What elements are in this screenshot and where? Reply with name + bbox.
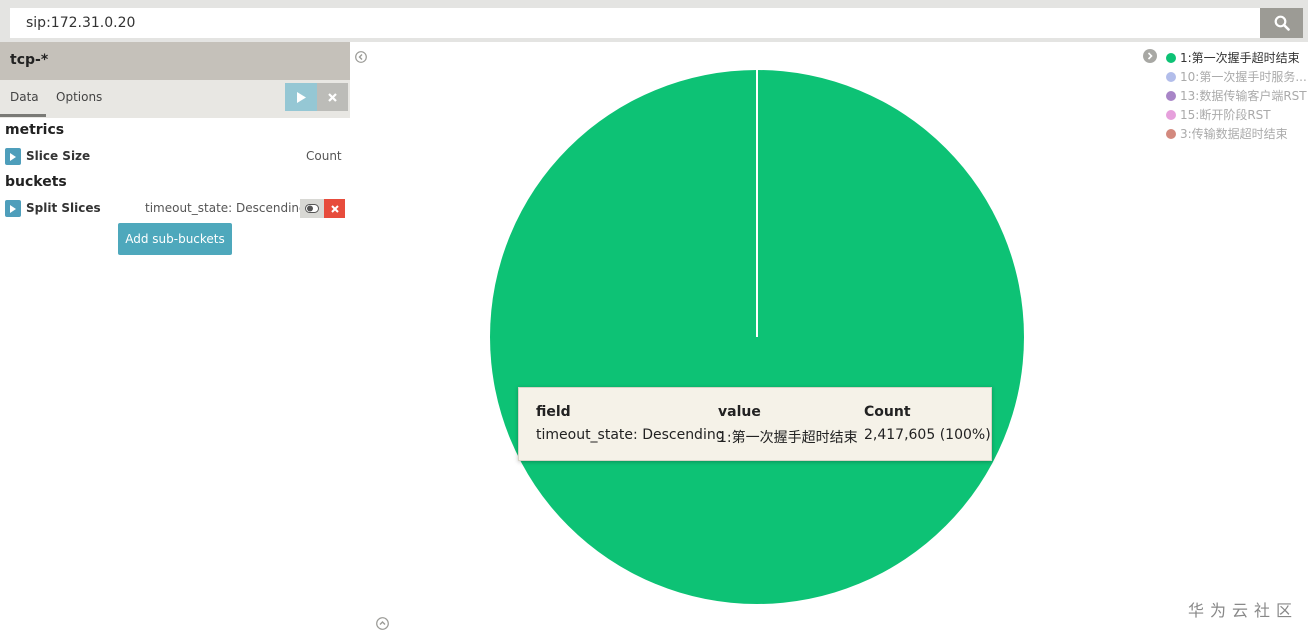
tooltip-header-count: Count: [864, 404, 911, 420]
legend-item[interactable]: 10:第一次握手时服务...: [1166, 67, 1308, 86]
tab-options[interactable]: Options: [56, 90, 102, 104]
bucket-agg-label[interactable]: Split Slices: [26, 201, 101, 215]
metric-expand-toggle[interactable]: [5, 148, 21, 165]
legend-item[interactable]: 3:传输数据超时结束: [1166, 124, 1308, 143]
tooltip-value: 1:第一次握手超时结束: [718, 430, 858, 446]
discard-changes-button[interactable]: [317, 83, 348, 111]
search-bar: [0, 0, 1308, 42]
legend-dot: [1166, 128, 1176, 139]
pie-chart: [490, 70, 1024, 604]
bucket-agg-summary: timeout_state: Descending: [145, 201, 307, 215]
close-icon: [330, 204, 339, 213]
tooltip-header-field: field: [536, 404, 571, 420]
legend-label: 1:第一次握手超时结束: [1180, 51, 1300, 65]
tooltip-count: 2,417,605 (100%): [864, 427, 991, 443]
add-sub-buckets-button[interactable]: Add sub-buckets: [118, 223, 232, 255]
legend-item[interactable]: 15:断开阶段RST: [1166, 105, 1308, 124]
watermark: 华为云社区: [1188, 601, 1299, 620]
search-input[interactable]: [10, 8, 1260, 38]
legend-label: 13:数据传输客户端RST: [1180, 89, 1307, 103]
tooltip-header-value: value: [718, 404, 761, 420]
apply-changes-button[interactable]: [285, 83, 317, 111]
active-tab-indicator: [0, 114, 46, 117]
legend-dot: [1166, 109, 1176, 120]
legend-dot: [1166, 71, 1176, 82]
legend-label: 15:断开阶段RST: [1180, 108, 1271, 122]
legend-item[interactable]: 1:第一次握手超时结束: [1166, 48, 1308, 67]
caret-right-icon: [10, 204, 16, 213]
tooltip-field: timeout_state: Descending: [536, 427, 725, 443]
search-button[interactable]: [1260, 8, 1303, 38]
bucket-remove-button[interactable]: [324, 199, 345, 218]
expand-spy-panel-icon[interactable]: [376, 617, 389, 630]
chart-tooltip: field value Count timeout_state: Descend…: [518, 387, 992, 461]
legend-toggle-icon[interactable]: [1143, 49, 1157, 63]
metrics-section-title: metrics: [5, 122, 65, 138]
legend-item[interactable]: 13:数据传输客户端RST: [1166, 86, 1308, 105]
bucket-expand-toggle[interactable]: [5, 200, 21, 217]
caret-right-icon: [10, 152, 16, 161]
legend-label: 3:传输数据超时结束: [1180, 127, 1288, 141]
metric-agg-summary: Count: [306, 149, 342, 163]
legend-dot: [1166, 52, 1176, 63]
search-icon: [1274, 15, 1290, 31]
index-pattern-title: tcp-*: [0, 42, 350, 80]
play-icon: [297, 91, 306, 103]
tab-data[interactable]: Data: [10, 90, 39, 104]
metric-agg-label[interactable]: Slice Size: [26, 149, 90, 163]
collapse-sidebar-icon[interactable]: [355, 51, 367, 63]
bucket-enable-toggle[interactable]: [300, 199, 324, 218]
legend-dot: [1166, 90, 1176, 101]
legend-label: 10:第一次握手时服务...: [1180, 70, 1307, 84]
toggle-icon: [305, 204, 319, 213]
buckets-section-title: buckets: [5, 174, 67, 190]
legend: 1:第一次握手超时结束 10:第一次握手时服务... 13:数据传输客户端RST…: [1166, 48, 1308, 143]
close-icon: [328, 92, 337, 102]
